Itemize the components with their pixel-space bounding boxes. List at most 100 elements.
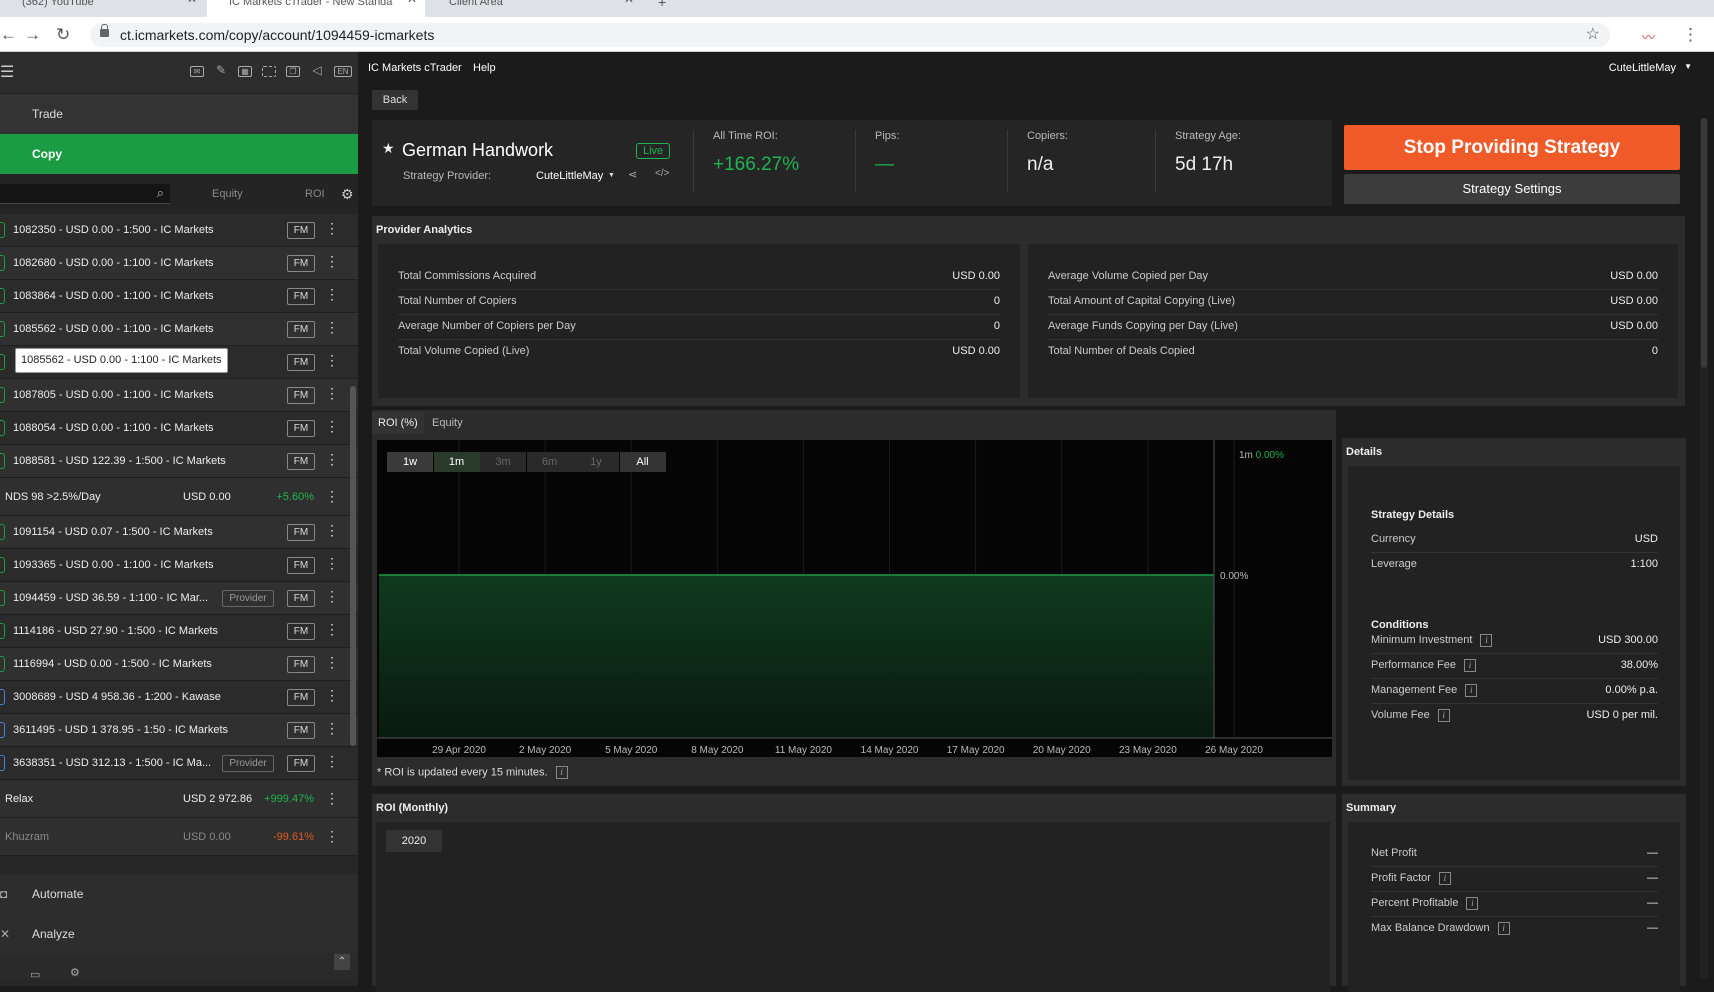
period-1y[interactable]: 1y xyxy=(573,452,619,472)
list-item[interactable]: 1082680 - USD 0.00 - 1:100 - IC Markets F… xyxy=(0,247,358,280)
fm-badge[interactable]: FM xyxy=(287,722,315,739)
more-options-icon[interactable]: ⋮ xyxy=(325,253,339,269)
more-options-icon[interactable]: ⋮ xyxy=(325,687,339,703)
more-options-icon[interactable]: ⋮ xyxy=(325,352,339,368)
period-6m[interactable]: 6m xyxy=(526,452,573,472)
fm-badge[interactable]: FM xyxy=(287,656,315,673)
scroll-thumb[interactable] xyxy=(350,386,356,746)
strategy-list-item[interactable]: Khuzram USD 0.00 -99.61% ⋮ xyxy=(0,818,358,856)
search-input[interactable]: ⌕ xyxy=(0,184,170,204)
list-item[interactable]: 1083864 - USD 0.00 - 1:100 - IC Markets F… xyxy=(0,280,358,313)
sidebar-item-trade[interactable]: Trade xyxy=(0,94,358,134)
info-icon[interactable]: i xyxy=(1497,921,1510,935)
settings-icon[interactable]: ⚙ xyxy=(70,966,80,979)
tab-client-area[interactable]: Client Area✕ xyxy=(427,0,642,17)
tab-equity[interactable]: Equity xyxy=(426,412,469,434)
fm-badge[interactable]: FM xyxy=(287,755,315,772)
gear-icon[interactable]: ⚙ xyxy=(341,186,354,203)
language-icon[interactable]: EN xyxy=(334,66,352,77)
back-arrow-icon[interactable]: ← xyxy=(0,25,17,45)
volume-icon[interactable]: ◁ xyxy=(310,64,324,77)
fm-badge[interactable]: FM xyxy=(287,222,315,239)
list-item[interactable]: 1116994 - USD 0.00 - 1:500 - IC Markets F… xyxy=(0,648,358,681)
info-icon[interactable]: i xyxy=(1465,683,1478,697)
more-options-icon[interactable]: ⋮ xyxy=(325,286,339,302)
back-button[interactable]: Back xyxy=(372,90,418,110)
stop-providing-button[interactable]: Stop Providing Strategy xyxy=(1344,125,1680,170)
address-bar[interactable]: ct.icmarkets.com/copy/account/1094459-ic… xyxy=(90,23,1610,47)
fm-badge[interactable]: FM xyxy=(287,524,315,541)
info-icon[interactable]: i xyxy=(1437,708,1450,722)
strategy-list-item[interactable]: NDS 98 >2.5%/Day USD 0.00 +5.60% ⋮ xyxy=(0,478,358,516)
period-all[interactable]: All xyxy=(619,452,666,472)
list-item[interactable]: 1082350 - USD 0.00 - 1:500 - IC Markets F… xyxy=(0,214,358,247)
list-scrollbar[interactable] xyxy=(350,266,356,916)
more-options-icon[interactable]: ⋮ xyxy=(325,621,339,637)
list-item[interactable]: 1087805 - USD 0.00 - 1:100 - IC Markets F… xyxy=(0,379,358,412)
more-options-icon[interactable]: ⋮ xyxy=(325,522,339,538)
list-item[interactable]: 1085562 - USD 0.00 - 1:100 - IC Markets F… xyxy=(0,313,358,346)
chevron-down-icon[interactable]: ▼ xyxy=(608,172,615,179)
strategy-list-item[interactable]: Relax USD 2 972.86 +999.47% ⋮ xyxy=(0,780,358,818)
list-item[interactable]: 1093365 - USD 0.00 - 1:100 - IC Markets F… xyxy=(0,549,358,582)
chevron-down-icon[interactable]: ▼ xyxy=(1684,62,1692,71)
page-scrollbar[interactable] xyxy=(1700,118,1708,978)
fm-badge[interactable]: FM xyxy=(287,354,315,371)
embed-code-icon[interactable]: </> xyxy=(655,168,669,179)
tab-roi[interactable]: ROI (%) xyxy=(372,412,424,434)
menu-kebab-icon[interactable]: ⋮ xyxy=(1682,25,1699,45)
more-options-icon[interactable]: ⋮ xyxy=(325,319,339,335)
more-options-icon[interactable]: ⋮ xyxy=(325,588,339,604)
help-menu[interactable]: Help xyxy=(473,62,496,74)
calendar-icon[interactable]: ▦ xyxy=(238,66,252,77)
screenshot-icon[interactable] xyxy=(262,66,276,77)
more-options-icon[interactable]: ⋮ xyxy=(325,790,339,806)
collapse-icon[interactable]: ⌃ xyxy=(334,954,350,970)
tab-ctrader[interactable]: IC Markets cTrader - New Standa✕ xyxy=(207,0,425,17)
share-icon[interactable]: ⋖ xyxy=(628,168,637,181)
roi-column-header[interactable]: ROI xyxy=(305,188,325,200)
fm-badge[interactable]: FM xyxy=(287,557,315,574)
app-menu[interactable]: IC Markets cTrader xyxy=(368,62,462,74)
extension-icon[interactable]: 〰 xyxy=(1642,27,1655,46)
star-icon[interactable]: ☆ xyxy=(1586,23,1600,47)
info-icon[interactable]: i xyxy=(1466,896,1479,910)
year-tab[interactable]: 2020 xyxy=(386,830,442,852)
strategy-settings-button[interactable]: Strategy Settings xyxy=(1344,174,1680,204)
more-options-icon[interactable]: ⋮ xyxy=(325,828,339,844)
close-icon[interactable]: ✕ xyxy=(187,0,197,5)
fm-badge[interactable]: FM xyxy=(287,689,315,706)
info-icon[interactable]: i xyxy=(555,766,568,779)
info-icon[interactable]: i xyxy=(1463,658,1476,672)
forward-arrow-icon[interactable]: → xyxy=(24,25,41,45)
provider-name[interactable]: CuteLittleMay xyxy=(536,170,603,182)
fm-badge[interactable]: FM xyxy=(287,288,315,305)
sidebar-item-copy[interactable]: Copy xyxy=(0,134,358,174)
list-item[interactable]: 1088581 - USD 122.39 - 1:500 - IC Market… xyxy=(0,445,358,478)
monitor-icon[interactable]: ▭ xyxy=(30,968,40,981)
list-item[interactable]: 1094459 - USD 36.59 - 1:100 - IC Mar... P… xyxy=(0,582,358,615)
more-options-icon[interactable]: ⋮ xyxy=(325,418,339,434)
list-item[interactable]: 3008689 - USD 4 958.36 - 1:200 - Kawase F… xyxy=(0,681,358,714)
envelope-icon[interactable]: ✉ xyxy=(190,66,204,77)
fm-badge[interactable]: FM xyxy=(287,590,315,607)
period-3m[interactable]: 3m xyxy=(480,452,526,472)
scroll-thumb[interactable] xyxy=(1701,118,1707,368)
fm-badge[interactable]: FM xyxy=(287,255,315,272)
close-icon[interactable]: ✕ xyxy=(624,0,634,5)
fm-badge[interactable]: FM xyxy=(287,321,315,338)
fm-badge[interactable]: FM xyxy=(287,420,315,437)
favorite-star-icon[interactable]: ★ xyxy=(382,140,395,157)
more-options-icon[interactable]: ⋮ xyxy=(325,555,339,571)
close-icon[interactable]: ✕ xyxy=(407,0,417,5)
user-menu[interactable]: CuteLittleMay xyxy=(1609,62,1676,74)
list-item[interactable]: 1114186 - USD 27.90 - 1:500 - IC Markets… xyxy=(0,615,358,648)
reload-icon[interactable]: ↻ xyxy=(56,25,70,45)
period-1m[interactable]: 1m xyxy=(433,452,480,472)
more-options-icon[interactable]: ⋮ xyxy=(325,451,339,467)
new-tab-icon[interactable]: + xyxy=(648,0,678,17)
equity-column-header[interactable]: Equity xyxy=(212,188,243,200)
more-options-icon[interactable]: ⋮ xyxy=(325,753,339,769)
more-options-icon[interactable]: ⋮ xyxy=(325,720,339,736)
list-item[interactable]: 1091154 - USD 0.07 - 1:500 - IC Markets F… xyxy=(0,516,358,549)
